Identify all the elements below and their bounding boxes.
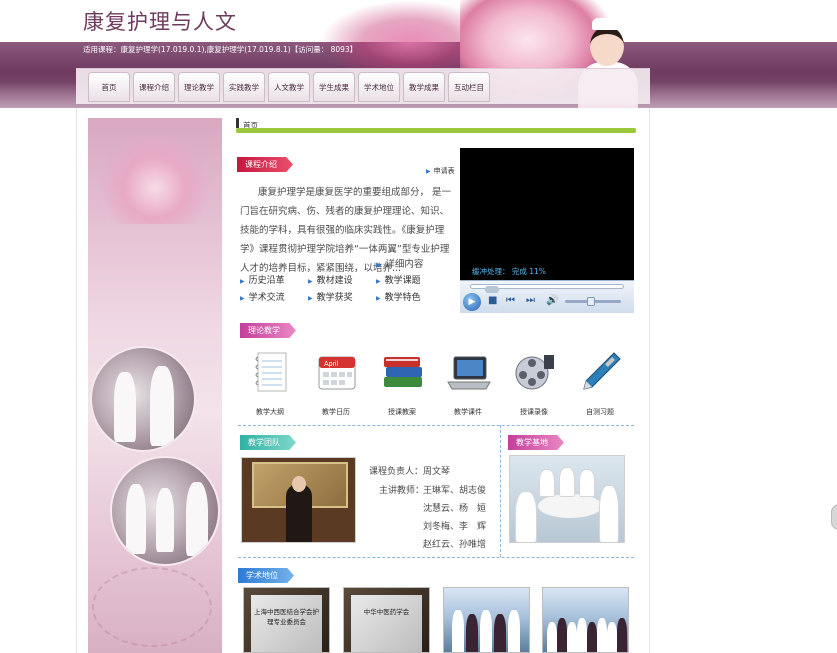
ward-photo (110, 456, 220, 566)
laptop-icon (447, 356, 491, 390)
seek-bar[interactable] (470, 284, 624, 293)
status-title: 学术地位 (238, 568, 294, 583)
volume-slider[interactable] (565, 297, 621, 306)
nav-theory[interactable]: 理论教学 (178, 72, 220, 102)
courseware-item[interactable]: 教学课件 (438, 345, 498, 420)
nurses-group-photo[interactable] (443, 587, 530, 653)
stop-icon[interactable]: ■ (488, 295, 497, 307)
self-test-item[interactable]: 自测习题 (570, 345, 630, 420)
status-images: 上海中西医结合学会护理专业委员会 中华中医药学会 (240, 585, 636, 653)
teaching-base-photo (509, 455, 625, 543)
buffer-status: 缓冲处理： 完成 11% (472, 267, 546, 276)
divider (500, 425, 501, 557)
nav-home[interactable]: 首页 (88, 72, 130, 102)
lesson-plan-item[interactable]: 授课教案 (372, 345, 432, 420)
plaque-text: 上海中西医结合学会护理专业委员会 (254, 608, 319, 626)
side-scroll-tab[interactable] (831, 504, 837, 530)
teachers-line: 王琳军、胡志俊 (423, 486, 487, 496)
nav-practice[interactable]: 实践教学 (223, 72, 265, 102)
nav-interactive[interactable]: 互动栏目 (448, 72, 490, 102)
leader-head (292, 476, 306, 492)
breadcrumb-underline (236, 128, 636, 133)
meeting-table (538, 494, 602, 518)
team-title: 教学团队 (240, 435, 296, 450)
divider (238, 425, 634, 426)
lecture-video-label: 授课录像 (520, 408, 548, 416)
divider (238, 557, 634, 558)
theory-icons: 教学大纲 April 教学日历 授课教案 教学课件 授课录像 自测习题 (240, 345, 636, 420)
main-nav: 首页 课程介绍 理论教学 实践教学 人文教学 学生成果 学术地位 教学成果 互动… (76, 68, 650, 104)
apply-form-link[interactable]: 申请表 (426, 166, 455, 176)
site-header: 康复护理与人文 适用课程：康复护理学(17.019.0.1),康复护理学(17.… (0, 0, 837, 108)
teachers-line: 赵红云、孙唯增 (423, 540, 487, 550)
nurse-care-photo (90, 346, 196, 452)
nurse-face (590, 26, 624, 66)
link-history[interactable]: 历史沿革 (240, 273, 285, 286)
calendar-label: 教学日历 (322, 408, 350, 416)
link-projects[interactable]: 教学课题 (376, 273, 421, 286)
lotus-art (100, 134, 210, 224)
volume-icon[interactable]: 🔊 (546, 295, 558, 307)
syllabus-item[interactable]: 教学大纲 (240, 345, 300, 420)
notebook-icon (255, 352, 287, 392)
pen-icon (583, 352, 621, 390)
self-test-label: 自测习题 (586, 408, 614, 416)
course-info: 适用课程：康复护理学(17.019.0.1),康复护理学(17.019.8.1)… (83, 45, 358, 54)
left-decor-strip (88, 118, 222, 653)
conference-group-photo[interactable] (542, 587, 629, 653)
nav-teaching-results[interactable]: 教学成果 (403, 72, 445, 102)
leader-row: 课程负责人：周文琴 (369, 464, 450, 477)
film-reel-icon (515, 355, 554, 390)
link-features[interactable]: 教学特色 (376, 290, 421, 303)
books-icon (384, 357, 422, 387)
lesson-plan-label: 授课教案 (388, 408, 416, 416)
team-leader-photo (241, 457, 356, 543)
calendar-icon: April (318, 356, 356, 390)
leader-name: 周文琴 (423, 467, 451, 477)
volume-handle[interactable] (587, 297, 595, 306)
site-title: 康复护理与人文 (83, 10, 237, 34)
award-plaque[interactable]: 上海中西医结合学会护理专业委员会 (243, 587, 330, 653)
lecture-video-item[interactable]: 授课录像 (504, 345, 564, 420)
nav-student-results[interactable]: 学生成果 (313, 72, 355, 102)
award-plaque[interactable]: 中华中医药学会 (343, 587, 430, 653)
play-icon[interactable]: ▶ (463, 293, 481, 311)
seek-handle[interactable] (485, 286, 499, 293)
calendar-item[interactable]: April 教学日历 (306, 345, 366, 420)
theory-title: 理论教学 (240, 323, 296, 338)
link-textbooks[interactable]: 教材建设 (308, 273, 353, 286)
dragon-watermark (92, 567, 212, 647)
previous-icon[interactable]: ⏮ (506, 295, 515, 307)
leader-figure (286, 484, 312, 542)
course-intro-text: 康复护理学是康复医学的重要组成部分， 是一门旨在研究病、伤、残者的康复护理理论、… (240, 187, 452, 274)
course-intro-title: 课程介绍 (237, 157, 293, 172)
detail-link[interactable]: 详细内容 (376, 256, 423, 270)
plaque-text: 中华中医药学会 (363, 608, 410, 616)
nav-humanities[interactable]: 人文教学 (268, 72, 310, 102)
nurse-cap (592, 18, 622, 30)
teachers-label: 主讲教师： (379, 486, 425, 496)
teachers-line: 刘冬梅、李 辉 (423, 522, 487, 532)
calendar-month-text: April (324, 361, 338, 368)
link-awards[interactable]: 教学获奖 (308, 290, 353, 303)
video-player[interactable]: 缓冲处理： 完成 11% ▶ ■ ⏮ ⏭ 🔊 (460, 148, 634, 313)
link-exchange[interactable]: 学术交流 (240, 290, 285, 303)
syllabus-label: 教学大纲 (256, 408, 284, 416)
nav-academic-status[interactable]: 学术地位 (358, 72, 400, 102)
leader-label: 课程负责人： (369, 467, 424, 477)
courseware-label: 教学课件 (454, 408, 482, 416)
next-icon[interactable]: ⏭ (526, 295, 535, 307)
player-controls: ▶ ■ ⏮ ⏭ 🔊 (460, 280, 634, 313)
nav-course-intro[interactable]: 课程介绍 (133, 72, 175, 102)
base-title: 教学基地 (508, 435, 564, 450)
teachers-line: 沈慧云、杨 姮 (423, 504, 487, 514)
